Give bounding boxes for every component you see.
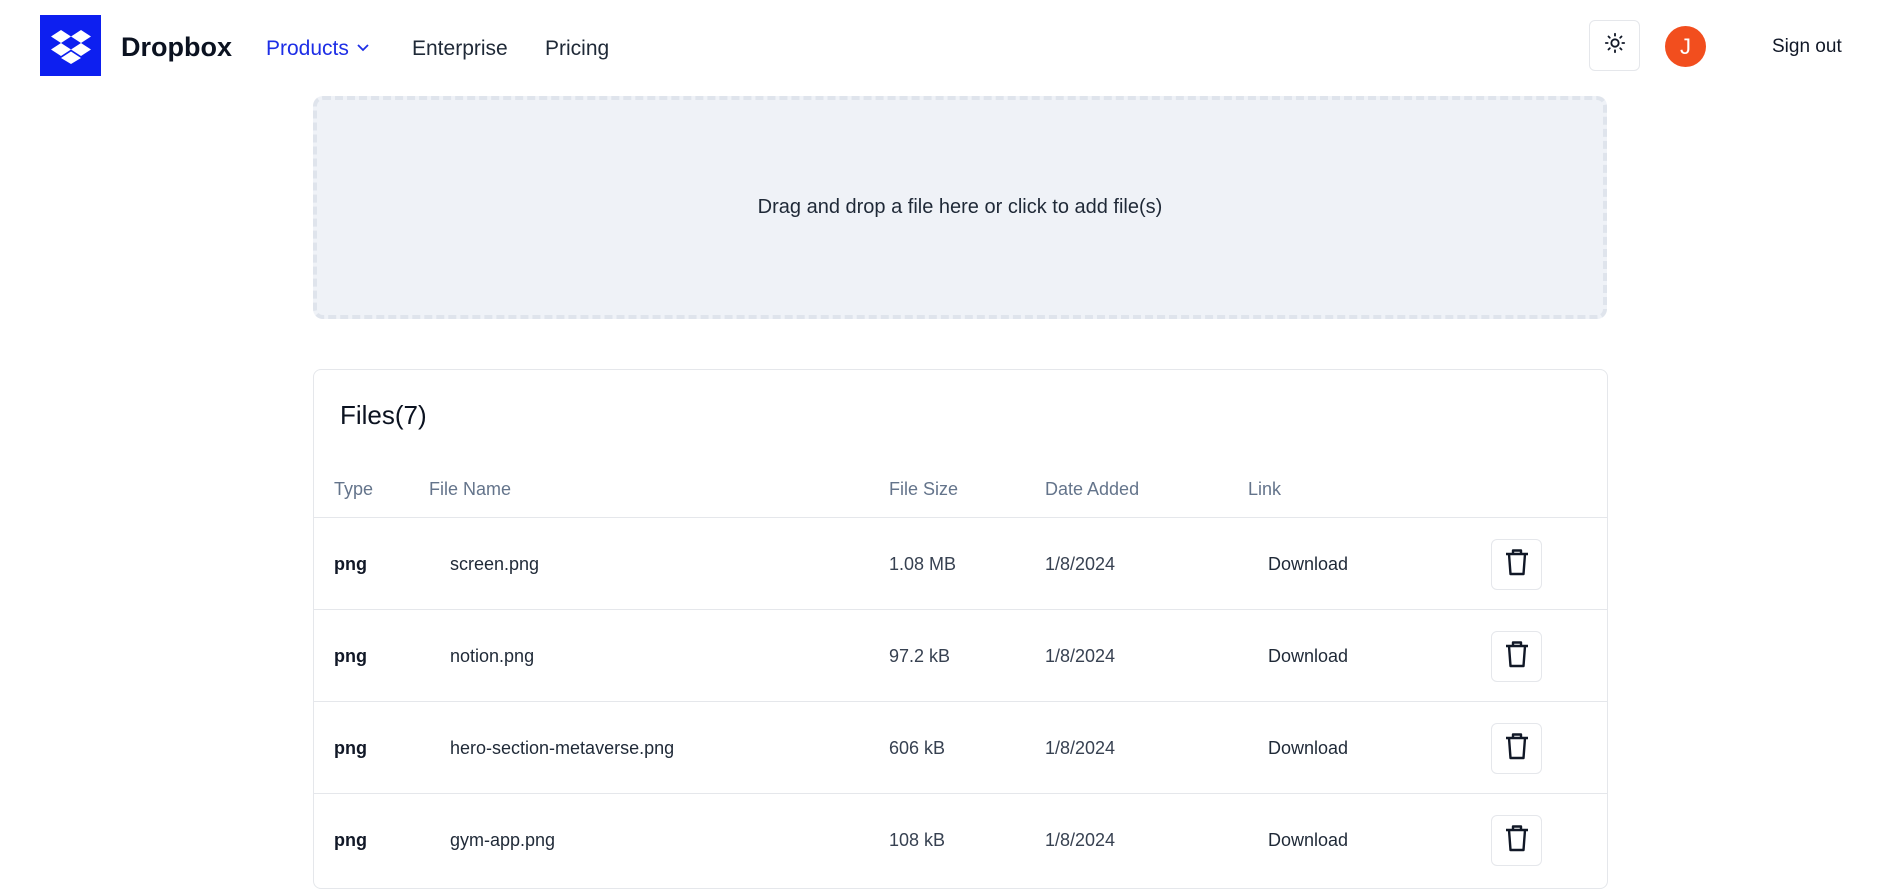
file-size: 97.2 kB: [889, 645, 951, 666]
avatar[interactable]: J: [1665, 26, 1706, 67]
file-type: png: [334, 645, 367, 666]
nav-products-label: Products: [266, 37, 349, 60]
chevron-down-icon: [355, 37, 371, 61]
file-date: 1/8/2024: [1045, 737, 1116, 758]
nav-products[interactable]: Products: [266, 37, 371, 61]
file-name: gym-app.png: [450, 829, 556, 850]
trash-icon: [1503, 639, 1531, 674]
column-header-link: Link: [1248, 479, 1282, 499]
delete-button[interactable]: [1491, 815, 1542, 866]
file-size: 1.08 MB: [889, 553, 957, 574]
file-dropzone[interactable]: Drag and drop a file here or click to ad…: [313, 96, 1607, 319]
file-type: png: [334, 829, 367, 850]
sign-out-button[interactable]: Sign out: [1772, 36, 1842, 58]
delete-button[interactable]: [1491, 631, 1542, 682]
column-header-file-name: File Name: [429, 479, 512, 499]
dropzone-text: Drag and drop a file here or click to ad…: [757, 196, 1163, 218]
trash-icon: [1503, 823, 1531, 858]
column-header-date-added: Date Added: [1045, 479, 1140, 499]
file-type: png: [334, 553, 367, 574]
table-row: png gym-app.png 108 kB 1/8/2024 Download: [314, 793, 1607, 885]
file-date: 1/8/2024: [1045, 645, 1116, 666]
file-type: png: [334, 737, 367, 758]
nav-pricing-label: Pricing: [545, 37, 610, 60]
theme-toggle-button[interactable]: [1589, 20, 1640, 71]
files-title: Files(7): [340, 400, 427, 430]
trash-icon: [1503, 547, 1531, 582]
file-date: 1/8/2024: [1045, 553, 1116, 574]
delete-button[interactable]: [1491, 723, 1542, 774]
nav-pricing[interactable]: Pricing: [545, 37, 609, 61]
file-date: 1/8/2024: [1045, 829, 1116, 850]
trash-icon: [1503, 731, 1531, 766]
top-navigation: Dropbox Products Enterprise Pricing J Si…: [0, 0, 1896, 94]
files-panel: Files(7) Type File Name File Size Date A…: [313, 369, 1608, 889]
download-link[interactable]: Download: [1268, 794, 1348, 886]
download-link[interactable]: Download: [1268, 518, 1348, 610]
file-size: 108 kB: [889, 829, 946, 850]
sun-icon: [1604, 32, 1626, 59]
dropbox-logo-icon[interactable]: [40, 15, 101, 76]
brand-name[interactable]: Dropbox: [121, 32, 232, 63]
column-header-type: Type: [334, 479, 374, 499]
download-link[interactable]: Download: [1268, 610, 1348, 702]
nav-enterprise-label: Enterprise: [412, 37, 508, 60]
table-row: png notion.png 97.2 kB 1/8/2024 Download: [314, 609, 1607, 701]
file-name: screen.png: [450, 553, 540, 574]
download-link[interactable]: Download: [1268, 702, 1348, 794]
table-row: png hero-section-metaverse.png 606 kB 1/…: [314, 701, 1607, 793]
file-name: hero-section-metaverse.png: [450, 737, 675, 758]
file-name: notion.png: [450, 645, 535, 666]
nav-enterprise[interactable]: Enterprise: [412, 37, 508, 61]
column-header-file-size: File Size: [889, 479, 959, 499]
file-size: 606 kB: [889, 737, 946, 758]
delete-button[interactable]: [1491, 539, 1542, 590]
table-row: png screen.png 1.08 MB 1/8/2024 Download: [314, 517, 1607, 609]
